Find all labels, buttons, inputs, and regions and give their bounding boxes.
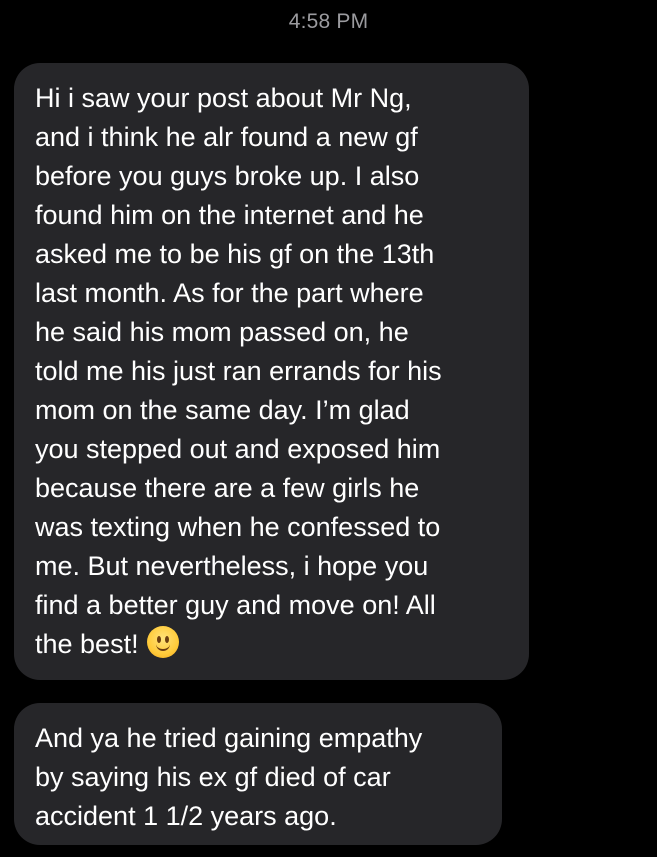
message-timestamp: 4:58 PM <box>288 10 369 33</box>
message-line: told me his just ran errands for his <box>35 356 442 386</box>
incoming-message-bubble[interactable]: And ya he tried gaining empathy by sayin… <box>14 703 502 845</box>
incoming-message-bubble[interactable]: Hi i saw your post about Mr Ng, and i th… <box>14 63 529 680</box>
message-line: find a better guy and move on! All <box>35 590 436 620</box>
message-line: me. But nevertheless, i hope you <box>35 551 429 581</box>
message-last-line: the best! <box>35 625 511 664</box>
slightly-smiling-face-icon <box>146 626 179 658</box>
message-line: was texting when he confessed to <box>35 512 441 542</box>
message-line: accident 1 1/2 years ago. <box>35 801 337 831</box>
message-line: because there are a few girls he <box>35 473 420 503</box>
message-line: you stepped out and exposed him <box>35 434 441 464</box>
message-line: found him on the internet and he <box>35 200 424 230</box>
message-line: before you guys broke up. I also <box>35 161 420 191</box>
message-line: mom on the same day. I’m glad <box>35 395 410 425</box>
message-line: last month. As for the part where <box>35 278 424 308</box>
message-line: asked me to be his gf on the 13th <box>35 239 435 269</box>
message-line: Hi i saw your post about Mr Ng, <box>35 83 412 113</box>
message-line: he said his mom passed on, he <box>35 317 409 347</box>
message-line-text: the best! <box>35 629 139 659</box>
message-line: and i think he alr found a new gf <box>35 122 418 152</box>
emoji-mouth <box>155 641 170 651</box>
message-line: And ya he tried gaining empathy <box>35 723 423 753</box>
message-line: by saying his ex gf died of car <box>35 762 391 792</box>
